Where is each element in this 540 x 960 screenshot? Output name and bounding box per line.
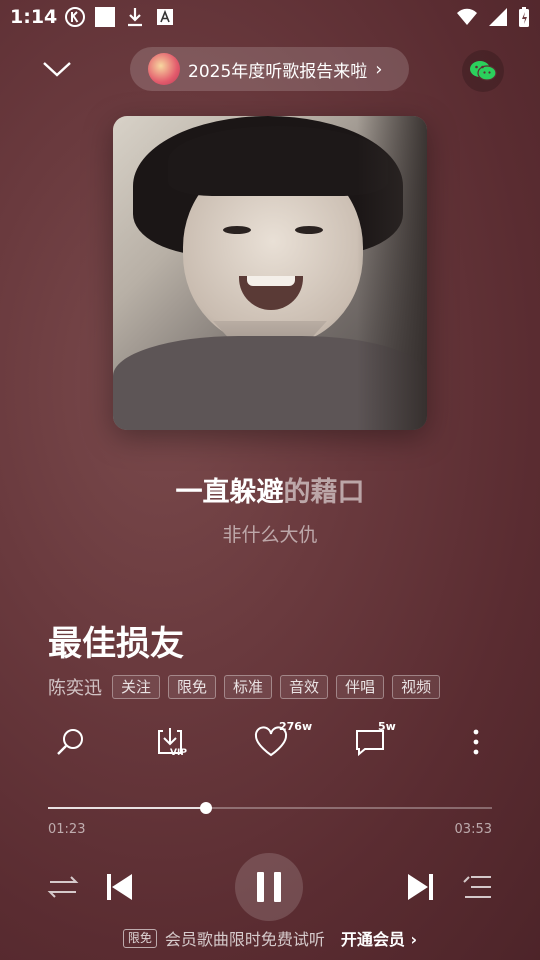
song-title: 最佳损友: [48, 624, 184, 664]
like-count: 276w: [279, 720, 313, 733]
wechat-share-button[interactable]: [462, 50, 504, 92]
search-icon: [57, 729, 83, 755]
pause-icon: [257, 872, 281, 902]
progress-fill: [48, 807, 207, 809]
download-icon: [124, 6, 146, 28]
square-icon: [94, 6, 116, 28]
vip-promo-bar[interactable]: 限免 会员歌曲限时免费试听 开通会员 ›: [0, 926, 540, 950]
video-tag[interactable]: 视频: [392, 675, 441, 699]
progress-bar[interactable]: [48, 802, 492, 814]
follow-tag[interactable]: 关注: [112, 675, 161, 699]
open-vip-link[interactable]: 开通会员 ›: [341, 926, 417, 950]
current-lyric[interactable]: 一直躲避的藉口: [0, 470, 540, 509]
open-vip-label: 开通会员: [340, 930, 405, 949]
vip-free-tag: 限免: [122, 928, 157, 948]
playlist-icon: [463, 876, 491, 898]
accompaniment-tag[interactable]: 伴唱: [336, 675, 385, 699]
next-button[interactable]: [403, 868, 439, 906]
like-button[interactable]: 276w: [251, 720, 312, 762]
report-avatar: [148, 53, 180, 85]
signal-icon: [488, 7, 508, 31]
status-right-icons: [456, 6, 530, 32]
lyric-sung: 一直躲避: [175, 477, 284, 508]
artist-row: 陈奕迅 关注 限免 标准 音效 伴唱 视频: [48, 674, 441, 700]
quality-tag[interactable]: 标准: [224, 675, 273, 699]
album-cover[interactable]: [113, 116, 427, 430]
chevron-down-icon: [43, 62, 71, 77]
play-mode-button[interactable]: [46, 870, 80, 904]
wechat-icon: [470, 61, 497, 81]
font-icon: [154, 6, 176, 28]
wifi-icon: [456, 7, 478, 31]
status-icons: [64, 6, 176, 28]
chevron-right-icon: ›: [410, 930, 418, 949]
current-time: 01:23: [48, 822, 86, 837]
report-label: 2025年度听歌报告来啦: [188, 61, 368, 82]
progress-knob[interactable]: [200, 802, 213, 814]
collapse-button[interactable]: [38, 54, 76, 84]
comment-count: 5w: [378, 720, 396, 733]
free-limited-tag[interactable]: 限免: [168, 675, 217, 699]
next-lyric[interactable]: 非什么大仇: [0, 520, 540, 547]
skip-previous-icon: [107, 874, 132, 900]
playlist-button[interactable]: [460, 870, 494, 904]
repeat-icon: [47, 876, 79, 898]
battery-charging-icon: [518, 6, 530, 32]
sound-effect-tag[interactable]: 音效: [280, 675, 329, 699]
total-time: 03:53: [454, 822, 492, 837]
artist-name[interactable]: 陈奕迅: [48, 674, 102, 700]
lyric-unsung: 的藉口: [283, 477, 365, 508]
status-time: 1:14: [10, 6, 58, 28]
comment-button[interactable]: 5w: [350, 720, 396, 762]
skip-next-icon: [408, 874, 433, 900]
vip-promo-text: 会员歌曲限时免费试听: [164, 930, 325, 949]
year-report-banner[interactable]: 2025年度听歌报告来啦 ›: [130, 47, 409, 91]
search-button[interactable]: [50, 722, 90, 762]
pause-button[interactable]: [235, 853, 303, 921]
previous-button[interactable]: [101, 868, 137, 906]
more-vertical-icon: [473, 729, 479, 755]
more-button[interactable]: [456, 722, 496, 762]
k-app-icon: [64, 6, 86, 28]
chevron-right-icon: ›: [375, 58, 383, 80]
download-vip-button[interactable]: VIP: [150, 722, 190, 762]
download-vip-label: VIP: [170, 748, 187, 758]
